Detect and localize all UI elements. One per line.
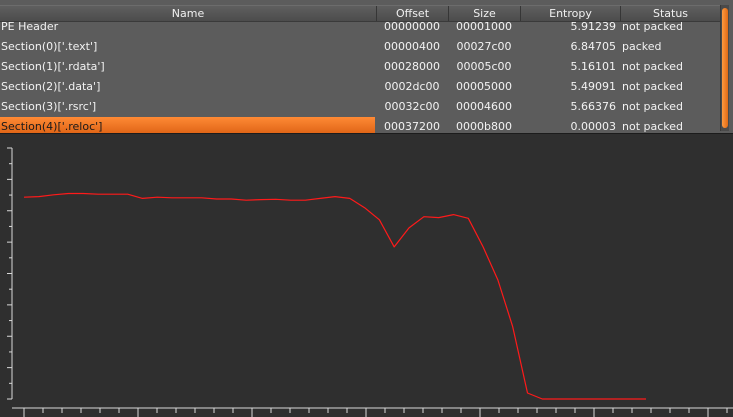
y-axis xyxy=(7,147,13,400)
table-row[interactable]: Section(0)['.text'] 00000400 00027c00 6.… xyxy=(0,37,720,57)
entropy-chart xyxy=(7,147,733,417)
cell-offset: 00028000 xyxy=(384,60,440,73)
cell-entropy: 6.84705 xyxy=(570,40,617,53)
cell-status: not packed xyxy=(622,60,684,73)
cell-size: 00005000 xyxy=(456,80,512,93)
table-row[interactable]: Section(2)['.data'] 0002dc00 00005000 5.… xyxy=(0,77,720,97)
table-row-selected[interactable]: Section(4)['.reloc'] 00037200 0000b800 0… xyxy=(0,117,720,133)
cell-offset: 00000400 xyxy=(384,40,440,53)
table-row[interactable]: Section(3)['.rsrc'] 00032c00 00004600 5.… xyxy=(0,97,720,117)
cell-name: Section(3)['.rsrc'] xyxy=(1,100,97,113)
x-axis xyxy=(12,407,733,417)
cell-name: Section(1)['.rdata'] xyxy=(1,60,105,73)
cell-offset: 00000000 xyxy=(384,20,440,33)
cell-entropy: 5.66376 xyxy=(570,100,617,113)
cell-size: 00001000 xyxy=(456,20,512,33)
cell-status: not packed xyxy=(622,20,684,33)
vertical-scrollbar[interactable] xyxy=(720,5,729,131)
scrollbar-thumb[interactable] xyxy=(722,8,728,128)
cell-status: not packed xyxy=(622,100,684,113)
section-table: Name Offset Size Entropy Status PE Heade… xyxy=(0,0,733,134)
cell-entropy: 5.91239 xyxy=(570,20,617,33)
table-row[interactable]: PE Header 00000000 00001000 5.91239 not … xyxy=(0,17,720,37)
cell-offset: 00037200 xyxy=(384,120,440,133)
cell-entropy: 5.49091 xyxy=(570,80,617,93)
cell-size: 00027c00 xyxy=(456,40,512,53)
cell-name: Section(4)['.reloc'] xyxy=(0,117,375,133)
cell-name: PE Header xyxy=(1,20,59,33)
series-layer xyxy=(23,192,646,400)
cell-status: packed xyxy=(622,40,662,53)
cell-name: Section(2)['.data'] xyxy=(1,80,101,93)
cell-size: 0000b800 xyxy=(456,120,512,133)
cell-entropy: 5.16101 xyxy=(570,60,617,73)
table-row[interactable]: Section(1)['.rdata'] 00028000 00005c00 5… xyxy=(0,57,720,77)
cell-name: Section(0)['.text'] xyxy=(1,40,98,53)
cell-offset: 0002dc00 xyxy=(384,80,440,93)
cell-size: 00004600 xyxy=(456,100,512,113)
entropy-series-line xyxy=(23,192,646,400)
cell-status: not packed xyxy=(622,120,684,133)
cell-offset: 00032c00 xyxy=(384,100,440,113)
cell-entropy: 0.00003 xyxy=(570,120,617,133)
cell-size: 00005c00 xyxy=(456,60,512,73)
cell-status: not packed xyxy=(622,80,684,93)
